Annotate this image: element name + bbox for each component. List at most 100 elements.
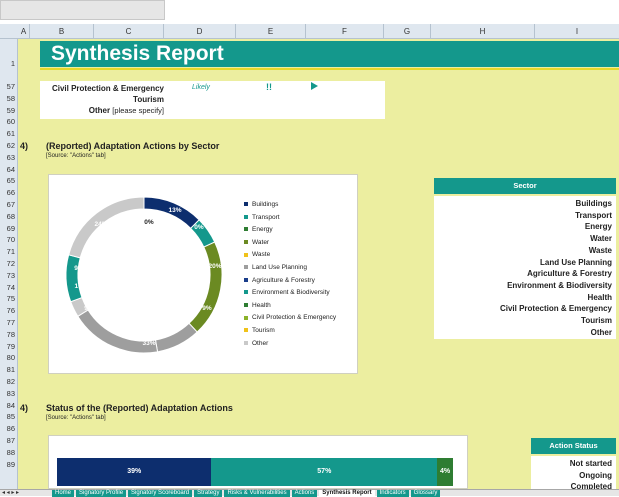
- col-f-header[interactable]: F: [306, 24, 384, 39]
- row-number[interactable]: 61: [0, 128, 17, 139]
- col-d-header[interactable]: D: [164, 24, 236, 39]
- row-number[interactable]: 62: [0, 140, 17, 151]
- legend-swatch: [244, 202, 248, 207]
- row-number[interactable]: 59: [0, 105, 17, 116]
- title-underline: [40, 68, 619, 70]
- row-number[interactable]: 57: [0, 81, 17, 92]
- row-number[interactable]: 89: [0, 459, 17, 470]
- legend-item: Environment & Biodiversity: [244, 287, 354, 300]
- likely-value: Likely: [192, 84, 210, 91]
- row-number[interactable]: 68: [0, 211, 17, 222]
- row-number[interactable]: 83: [0, 388, 17, 399]
- sector-header: Sector: [434, 178, 616, 194]
- legend-label: Other: [252, 339, 269, 347]
- legend-item: Waste: [244, 249, 354, 262]
- status-chart-box[interactable]: 39% 57% 4%: [48, 435, 468, 489]
- sector-item: Transport: [575, 210, 612, 220]
- col-e-header[interactable]: E: [236, 24, 306, 39]
- legend-label: Environment & Biodiversity: [252, 289, 330, 297]
- other-placeholder[interactable]: [please specify]: [112, 106, 164, 115]
- alert-mark: !!: [266, 82, 272, 92]
- legend-label: Health: [252, 301, 271, 309]
- row-number[interactable]: 58: [0, 93, 17, 104]
- donut-label: 24%: [94, 221, 107, 228]
- legend-item: Land Use Planning: [244, 262, 354, 275]
- row-number[interactable]: 67: [0, 199, 17, 210]
- sheet-tab-bar: ◂ ◂ ▸ ▸ Home Signatory Profile Signatory S…: [0, 489, 619, 497]
- legend-label: Agriculture & Forestry: [252, 276, 315, 284]
- legend-swatch: [244, 252, 248, 257]
- sector-header-label: Sector: [513, 181, 537, 190]
- donut-chart-box[interactable]: 13% 0% 20% 9% 33% 9% 10% 9% 24% 0% Buildings Trans…: [48, 174, 358, 374]
- donut-label: 0%: [144, 219, 154, 226]
- other-label: Other: [88, 106, 111, 115]
- col-a-header[interactable]: A: [18, 24, 30, 39]
- row-number[interactable]: 78: [0, 329, 17, 340]
- play-icon: [311, 82, 318, 90]
- row-number[interactable]: 69: [0, 223, 17, 234]
- row-number[interactable]: 81: [0, 364, 17, 375]
- legend-swatch: [244, 265, 248, 270]
- row-number[interactable]: 79: [0, 341, 17, 352]
- row-number[interactable]: 75: [0, 293, 17, 304]
- row-number[interactable]: 64: [0, 164, 17, 175]
- row-number[interactable]: 84: [0, 400, 17, 411]
- sector-item: Water: [590, 234, 612, 244]
- row-number[interactable]: 73: [0, 270, 17, 281]
- row-number[interactable]: 65: [0, 175, 17, 186]
- row-number[interactable]: 85: [0, 411, 17, 422]
- col-g-header[interactable]: G: [384, 24, 431, 39]
- status-header-label: Action Status: [549, 441, 598, 450]
- legend-item: Water: [244, 237, 354, 250]
- page-title: Synthesis Report: [51, 42, 224, 65]
- row-number[interactable]: 70: [0, 234, 17, 245]
- sector-item: Health: [587, 292, 612, 302]
- legend-label: Water: [252, 238, 270, 246]
- status-bar-segment: 39%: [57, 458, 212, 486]
- legend-swatch: [244, 227, 248, 232]
- row-number[interactable]: 77: [0, 317, 17, 328]
- row-number[interactable]: 63: [0, 152, 17, 163]
- status-list: Not started Ongoing Completed: [531, 456, 616, 491]
- sector-item: Land Use Planning: [539, 257, 612, 267]
- row-number[interactable]: 86: [0, 423, 17, 434]
- row-number[interactable]: 80: [0, 352, 17, 363]
- name-box[interactable]: [0, 0, 165, 20]
- row-number[interactable]: 71: [0, 246, 17, 257]
- row-number[interactable]: 82: [0, 376, 17, 387]
- sector-item: Agriculture & Forestry: [527, 269, 612, 279]
- row-label-other: Other [please specify]: [44, 106, 164, 115]
- col-i-header[interactable]: I: [535, 24, 619, 39]
- row-number[interactable]: 88: [0, 447, 17, 458]
- row-number[interactable]: 1: [0, 57, 17, 71]
- status-header: Action Status: [531, 438, 616, 454]
- col-h-header[interactable]: H: [431, 24, 535, 39]
- legend-label: Energy: [252, 226, 273, 234]
- legend-label: Civil Protection & Emergency: [252, 314, 337, 322]
- donut-label: 9%: [202, 305, 212, 312]
- donut-label: 13%: [168, 207, 181, 214]
- row-number[interactable]: 72: [0, 258, 17, 269]
- sector-item: Civil Protection & Emergency: [499, 304, 612, 314]
- legend-item: Civil Protection & Emergency: [244, 312, 354, 325]
- donut-label: 20%: [208, 263, 221, 270]
- section-source-sector: [Source: "Actions" tab]: [46, 153, 106, 159]
- legend-item: Buildings: [244, 199, 354, 212]
- legend-label: Transport: [252, 213, 280, 221]
- col-b-header[interactable]: B: [30, 24, 94, 39]
- row-number[interactable]: 60: [0, 116, 17, 127]
- legend-item: Health: [244, 300, 354, 313]
- legend-item: Other: [244, 338, 354, 351]
- section-number: 4): [20, 141, 29, 151]
- row-label-civil: Civil Protection & Emergency: [51, 84, 164, 93]
- sector-item: Tourism: [581, 316, 612, 325]
- col-c-header[interactable]: C: [94, 24, 164, 39]
- donut-segment: [154, 322, 198, 353]
- row-number[interactable]: 87: [0, 435, 17, 446]
- row-number[interactable]: 66: [0, 187, 17, 198]
- donut-segment: [65, 254, 83, 303]
- donut-label: 0%: [194, 224, 204, 231]
- legend-swatch: [244, 290, 248, 295]
- row-number[interactable]: 74: [0, 282, 17, 293]
- row-number[interactable]: 76: [0, 305, 17, 316]
